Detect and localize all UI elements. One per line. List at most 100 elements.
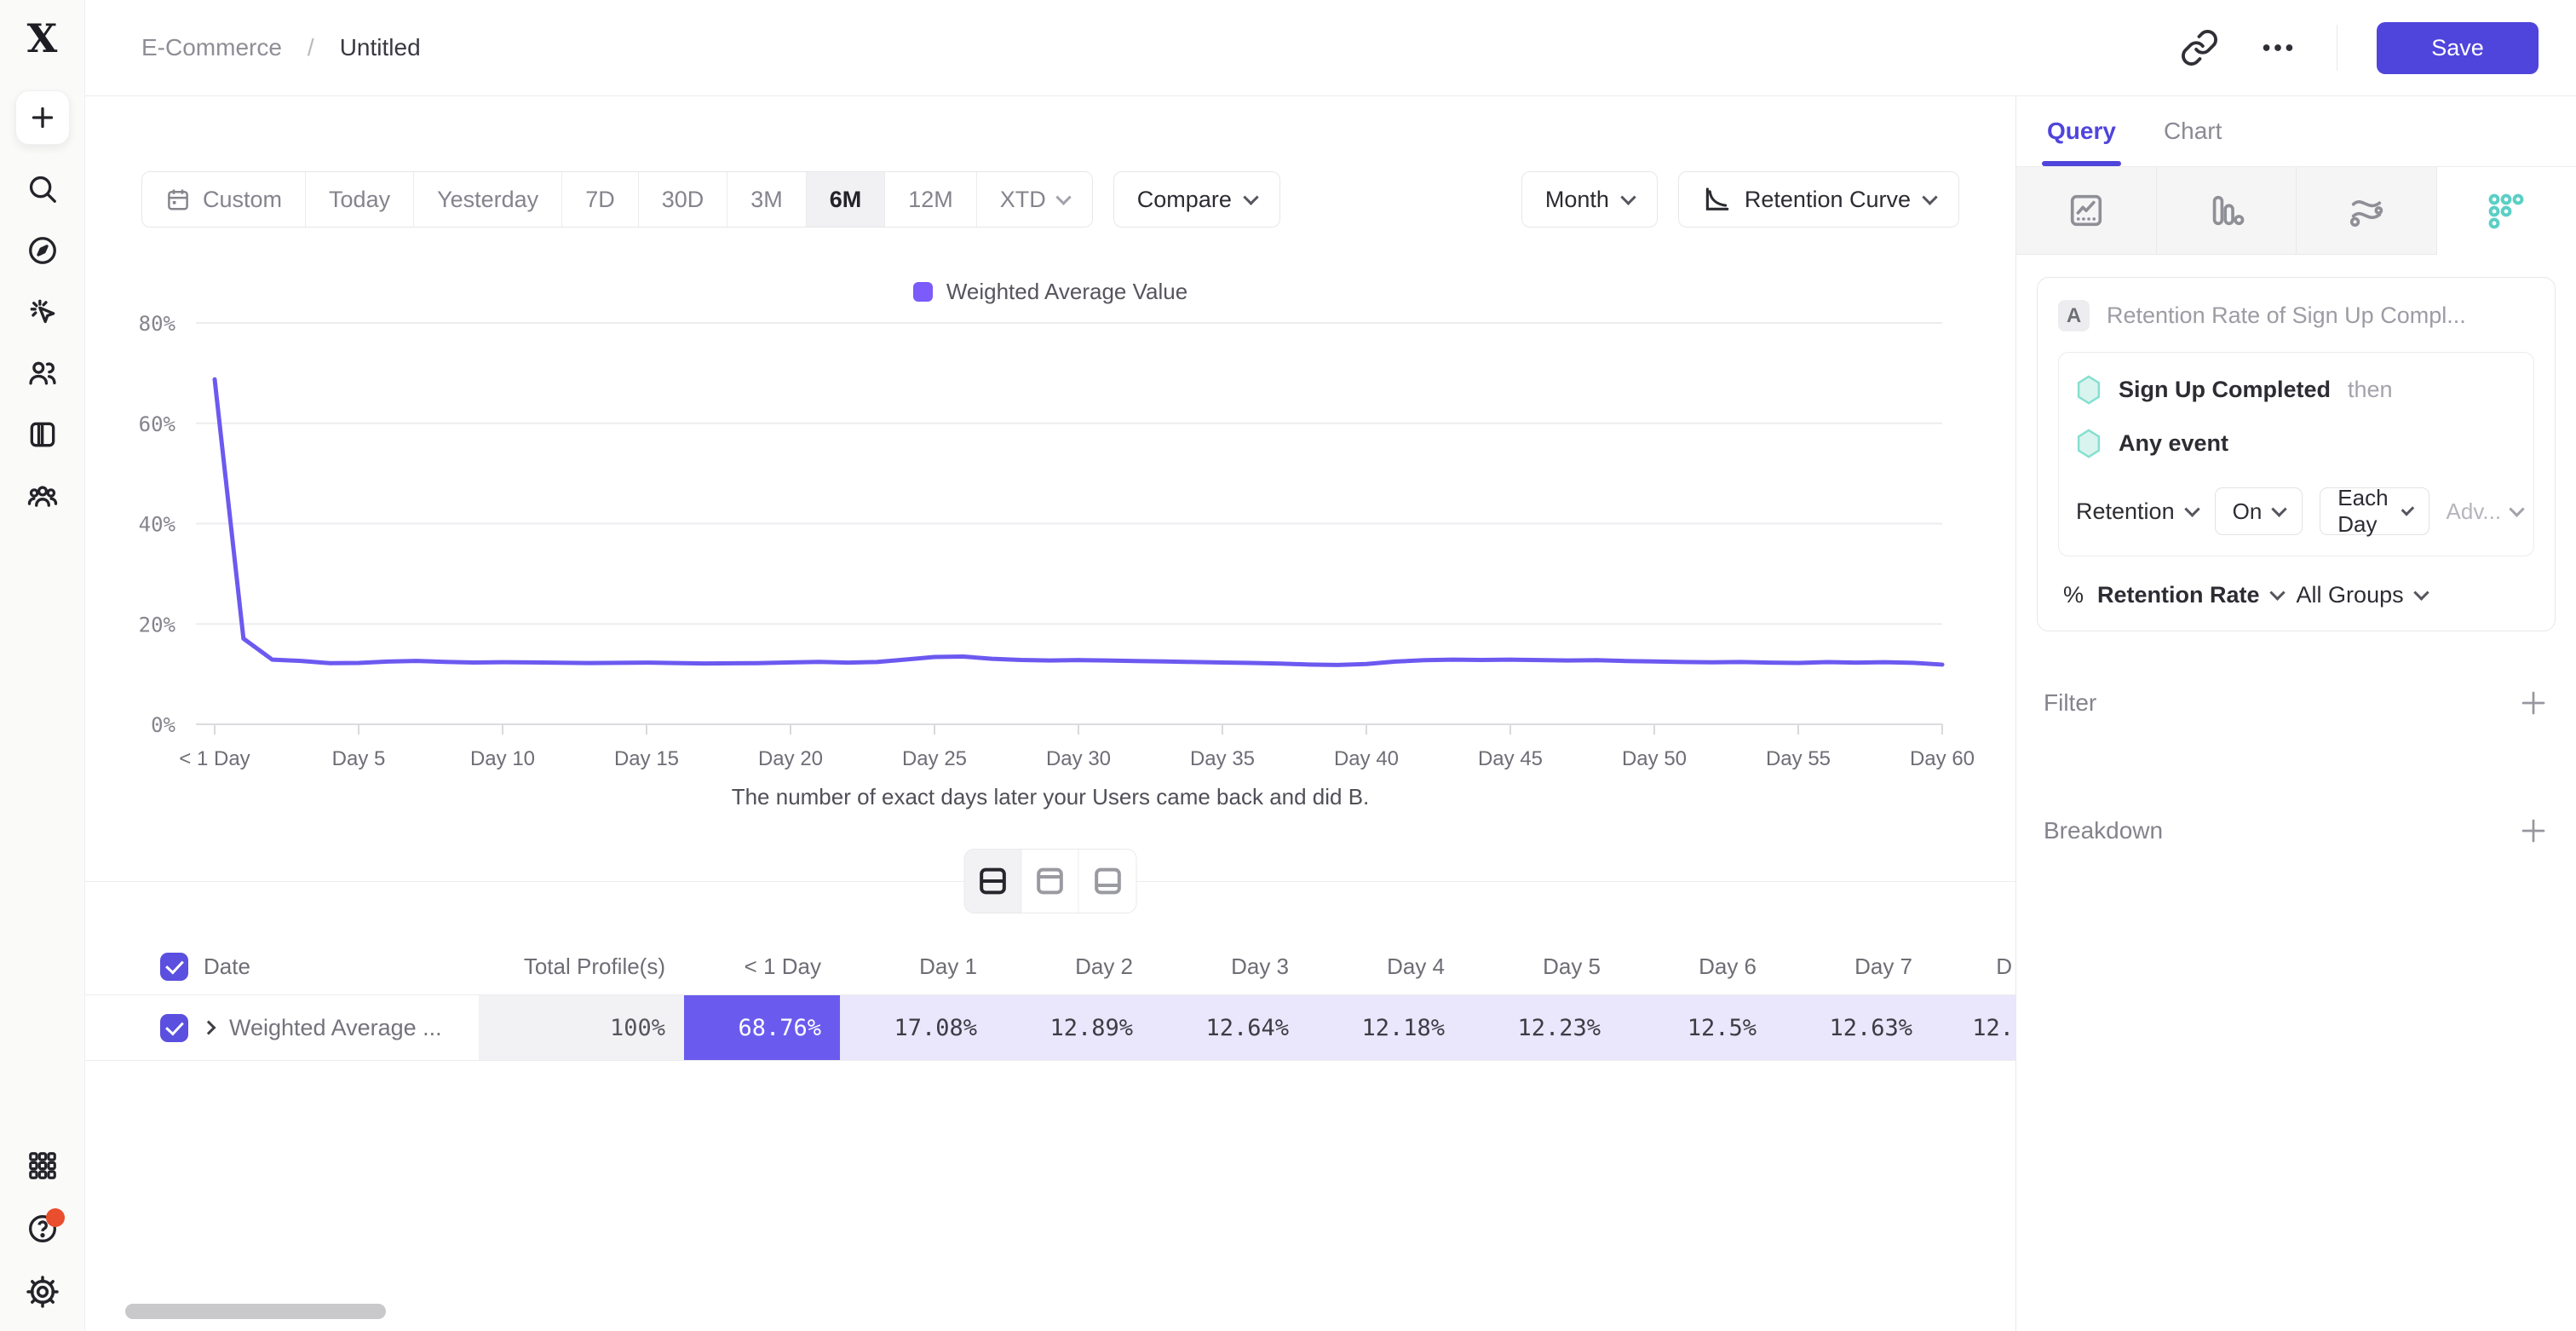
sidebar-item-apps[interactable]	[15, 1149, 70, 1183]
each-day-dropdown[interactable]: Each Day	[2320, 487, 2429, 535]
cell-day1: 17.08%	[840, 995, 996, 1060]
sidebar-item-explore[interactable]	[15, 233, 70, 268]
chart-only-icon	[1033, 864, 1067, 898]
sidebar-item-settings[interactable]	[15, 1275, 70, 1309]
sidebar-item-events[interactable]	[15, 295, 70, 329]
range-30d[interactable]: 30D	[639, 172, 728, 227]
report-type-strip	[2016, 166, 2576, 255]
copy-link-button[interactable]	[2180, 28, 2219, 67]
date-controls-row: Custom Today Yesterday 7D 30D 3M 6M 12M …	[141, 171, 1959, 228]
retention-line-chart: 0%20%40%60%80%< 1 DayDay 5Day 10Day 15Da…	[85, 310, 2015, 787]
column-header-day7[interactable]: Day 7	[1775, 954, 1931, 980]
layout-chart-only-button[interactable]	[1022, 850, 1079, 913]
sidebar-item-help[interactable]	[15, 1212, 70, 1246]
tab-query[interactable]: Query	[2047, 96, 2116, 166]
groups-dropdown[interactable]: All Groups	[2297, 582, 2427, 608]
chart-type-dropdown[interactable]: Retention Curve	[1678, 171, 1959, 228]
sidebar-item-search[interactable]	[15, 172, 70, 206]
range-yesterday[interactable]: Yesterday	[414, 172, 562, 227]
add-filter-button[interactable]	[2518, 688, 2549, 718]
sidebar-item-cohorts[interactable]	[15, 479, 70, 513]
chart-type-label: Retention Curve	[1745, 187, 1911, 213]
save-button[interactable]: Save	[2377, 22, 2539, 74]
range-custom[interactable]: Custom	[142, 172, 306, 227]
step-badge: A	[2058, 300, 2090, 331]
column-header-lt1day[interactable]: < 1 Day	[684, 954, 840, 980]
report-type-flows[interactable]	[2297, 167, 2437, 255]
more-options-button[interactable]	[2258, 28, 2297, 67]
sidebar-item-users[interactable]	[15, 356, 70, 390]
svg-text:Day 25: Day 25	[902, 747, 967, 770]
table-row[interactable]: Weighted Average ... 100% 68.76% 17.08% …	[85, 994, 2015, 1061]
layout-table-only-button[interactable]	[1079, 850, 1136, 913]
report-type-insights[interactable]	[2016, 167, 2157, 255]
svg-text:40%: 40%	[139, 513, 176, 537]
on-dropdown[interactable]: On	[2215, 487, 2303, 535]
svg-text:Day 45: Day 45	[1478, 747, 1543, 770]
chevron-down-icon	[2184, 501, 2199, 516]
each-day-label: Each Day	[2337, 485, 2392, 538]
report-type-funnels[interactable]	[2157, 167, 2297, 255]
column-header-date[interactable]: Date	[204, 954, 250, 980]
filter-section: Filter	[2044, 688, 2549, 718]
retention-events-card: Sign Up Completed then Any event Retenti…	[2058, 352, 2534, 556]
cell-lt1day: 68.76%	[684, 995, 840, 1060]
horizontal-scrollbar-thumb[interactable]	[125, 1304, 386, 1319]
event-a-row[interactable]: Sign Up Completed then	[2076, 375, 2516, 405]
report-type-retention-selected[interactable]	[2437, 167, 2576, 255]
compare-button[interactable]: Compare	[1113, 171, 1280, 228]
create-new-button[interactable]	[15, 90, 70, 145]
breadcrumb-project[interactable]: E-Commerce	[141, 34, 282, 61]
granularity-dropdown[interactable]: Month	[1521, 171, 1658, 228]
compare-label: Compare	[1137, 187, 1232, 213]
column-header-day8-clipped[interactable]: D	[1931, 954, 2015, 980]
svg-text:80%: 80%	[139, 312, 176, 336]
column-header-day1[interactable]: Day 1	[840, 954, 996, 980]
advanced-dropdown[interactable]: Adv...	[2447, 498, 2523, 525]
svg-text:Day 10: Day 10	[470, 747, 535, 770]
add-breakdown-button[interactable]	[2518, 815, 2549, 846]
apps-grid-icon	[26, 1150, 59, 1182]
step-title[interactable]: Retention Rate of Sign Up Compl...	[2107, 302, 2534, 329]
select-all-checkbox[interactable]	[160, 953, 188, 981]
chevron-down-icon	[1620, 189, 1636, 205]
metric-row: % Retention Rate All Groups	[2058, 582, 2534, 608]
column-header-day5[interactable]: Day 5	[1463, 954, 1619, 980]
tab-chart[interactable]: Chart	[2164, 96, 2222, 166]
cell-day2: 12.89%	[996, 995, 1152, 1060]
cell-day4: 12.18%	[1308, 995, 1463, 1060]
column-header-day2[interactable]: Day 2	[996, 954, 1152, 980]
svg-text:Day 30: Day 30	[1046, 747, 1111, 770]
column-header-day3[interactable]: Day 3	[1152, 954, 1308, 980]
layout-split-view-button[interactable]	[965, 850, 1022, 913]
board-icon	[26, 418, 59, 451]
expand-row-icon[interactable]	[202, 1021, 216, 1035]
breakdown-label: Breakdown	[2044, 817, 2163, 844]
range-7d[interactable]: 7D	[562, 172, 639, 227]
cell-day6: 12.5%	[1619, 995, 1775, 1060]
query-step-card: A Retention Rate of Sign Up Compl... Sig…	[2037, 277, 2556, 631]
row-checkbox[interactable]	[160, 1014, 188, 1042]
column-header-day4[interactable]: Day 4	[1308, 954, 1463, 980]
event-b-label: Any event	[2119, 430, 2228, 457]
users-icon	[26, 357, 59, 389]
range-3m[interactable]: 3M	[727, 172, 807, 227]
range-6m-selected[interactable]: 6M	[807, 172, 886, 227]
column-header-day6[interactable]: Day 6	[1619, 954, 1775, 980]
metric-dropdown[interactable]: Retention Rate	[2097, 582, 2283, 608]
svg-text:Day 15: Day 15	[614, 747, 679, 770]
funnels-icon	[2206, 191, 2245, 230]
chevron-down-icon	[1055, 189, 1071, 205]
chart-caption: The number of exact days later your User…	[85, 784, 2015, 810]
retention-table: Date Total Profile(s) < 1 Day Day 1 Day …	[85, 938, 2015, 1061]
range-12m[interactable]: 12M	[885, 172, 977, 227]
svg-text:Day 60: Day 60	[1910, 747, 1975, 770]
breadcrumb-report-title[interactable]: Untitled	[340, 34, 421, 61]
event-b-row[interactable]: Any event	[2076, 429, 2516, 458]
retention-type-dropdown[interactable]: Retention	[2076, 498, 2198, 525]
sidebar-item-boards[interactable]	[15, 418, 70, 452]
breakdown-section: Breakdown	[2044, 815, 2549, 846]
range-today[interactable]: Today	[306, 172, 414, 227]
range-xtd[interactable]: XTD	[977, 172, 1092, 227]
column-header-total-profiles[interactable]: Total Profile(s)	[479, 954, 684, 980]
